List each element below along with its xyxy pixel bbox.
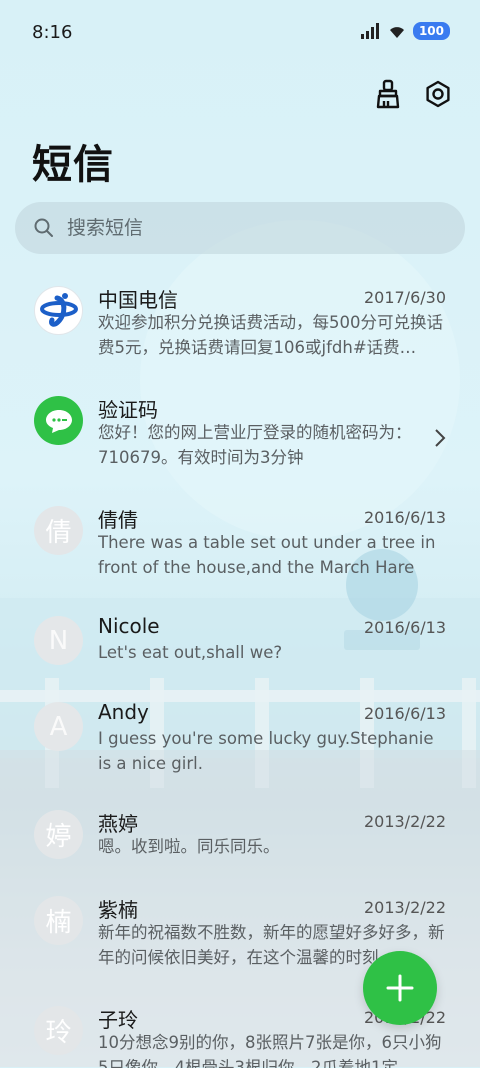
status-icons: 100 [360,22,450,40]
message-sender: 倩倩 [98,508,138,532]
message-sender: Nicole [98,614,160,638]
search-bar[interactable] [15,202,465,254]
avatar-initial: N [48,625,69,656]
avatar: 倩 [34,506,83,555]
clean-icon[interactable] [372,78,404,110]
avatar: 玲 [34,1006,83,1055]
message-sender: 子玲 [98,1008,138,1032]
message-sender: 验证码 [98,398,158,422]
message-item-china-telecom[interactable]: 中国电信 2017/6/30 欢迎参加积分兑换话费活动，每500分可兑换话费5元… [0,270,480,378]
avatar-initial: 楠 [45,908,72,938]
chevron-right-icon [435,429,446,447]
message-sender: 中国电信 [98,288,178,312]
message-preview: I guess you're some lucky guy.Stephanie … [98,729,434,773]
message-date: 2013/2/22 [363,812,446,831]
message-item-verification[interactable]: 验证码 您好！您的网上营业厅登录的随机密码为：710679。有效时间为3分钟 [0,380,480,488]
avatar-initial: 倩 [45,518,72,548]
message-date: 2016/6/13 [363,704,446,723]
message-preview: Let's eat out,shall we? [98,643,283,662]
wifi-icon [389,27,404,38]
message-item-nicole[interactable]: N Nicole 2016/6/13 Let's eat out,shall w… [0,600,480,686]
avatar: 婷 [34,810,83,859]
signal-icon [360,23,379,39]
message-date: 2013/2/22 [363,898,446,917]
china-telecom-logo [34,286,83,335]
settings-icon[interactable] [422,78,454,110]
message-list: 中国电信 2017/6/30 欢迎参加积分兑换话费活动，每500分可兑换话费5元… [0,270,480,1068]
top-actions [372,78,454,110]
message-item-yanting[interactable]: 婷 燕婷 2013/2/22 嗯。收到啦。同乐同乐。 [0,794,480,880]
status-time: 8:16 [32,22,73,43]
new-message-button[interactable] [363,951,437,1025]
message-preview: 10分想念9别的你，8张照片7张是你，6只小狗5只像你，4根骨头3根归你，2爪着… [98,1033,442,1068]
message-sender: 紫楠 [98,898,138,922]
page-title: 短信 [32,142,114,188]
message-item-andy[interactable]: A Andy 2016/6/13 I guess you're some luc… [0,686,480,794]
message-preview: There was a table set out under a tree i… [98,533,436,577]
avatar: A [34,702,83,751]
message-sender: 燕婷 [98,812,138,836]
battery-icon: 100 [412,22,450,40]
message-preview: 嗯。收到啦。同乐同乐。 [98,837,280,856]
message-preview: 您好！您的网上营业厅登录的随机密码为：710679。有效时间为3分钟 [98,423,412,467]
search-icon [34,218,53,237]
search-input[interactable] [65,216,439,240]
avatar-initial: 婷 [45,822,72,852]
avatar: 楠 [34,896,83,945]
message-sender: Andy [98,700,149,724]
avatar: N [34,616,83,665]
avatar-initial: 玲 [45,1018,72,1048]
message-date: 2017/6/30 [363,288,446,307]
message-date: 2016/6/13 [363,618,446,637]
message-date: 2016/6/13 [363,508,446,527]
message-preview: 欢迎参加积分兑换话费活动，每500分可兑换话费5元，兑换话费请回复106或jfd… [98,313,443,357]
plus-icon [386,974,414,1002]
message-item-qianqian[interactable]: 倩 倩倩 2016/6/13 There was a table set out… [0,490,480,598]
avatar-initial: A [49,711,68,742]
status-bar: 8:16 100 [0,0,480,66]
message-bubble-icon [34,396,83,445]
